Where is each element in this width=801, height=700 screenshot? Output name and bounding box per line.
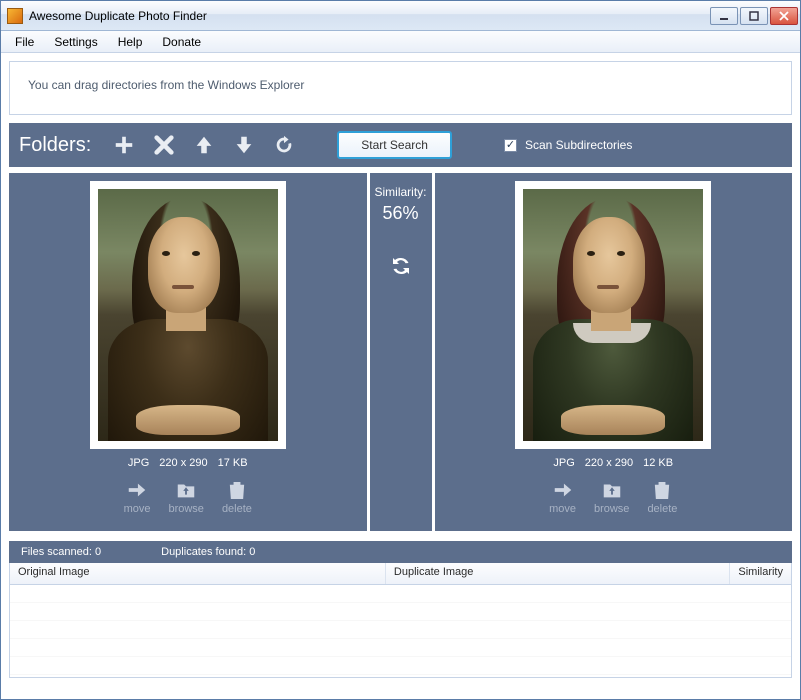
left-dimensions: 220 x 290: [159, 457, 207, 469]
left-image-frame: [90, 181, 286, 449]
scan-subdirectories-checkbox[interactable]: ✓ Scan Subdirectories: [504, 138, 632, 152]
right-dimensions: 220 x 290: [585, 457, 633, 469]
right-image-frame: [515, 181, 711, 449]
left-move-button[interactable]: move: [124, 479, 151, 515]
app-icon: [7, 8, 23, 24]
left-delete-button[interactable]: delete: [222, 479, 252, 515]
remove-folder-button[interactable]: [147, 128, 181, 162]
drop-hint-text: You can drag directories from the Window…: [28, 78, 304, 92]
duplicates-found: Duplicates found: 0: [161, 546, 255, 558]
arrow-right-icon: [126, 479, 148, 501]
move-up-button[interactable]: [187, 128, 221, 162]
menubar: File Settings Help Donate: [1, 31, 800, 53]
status-bar: Files scanned: 0 Duplicates found: 0: [9, 541, 792, 563]
right-format: JPG: [553, 457, 574, 469]
left-image-preview[interactable]: [98, 189, 278, 441]
right-size: 12 KB: [643, 457, 673, 469]
folder-up-icon: [175, 479, 197, 501]
files-scanned: Files scanned: 0: [21, 546, 101, 558]
menu-help[interactable]: Help: [108, 33, 153, 51]
add-folder-button[interactable]: [107, 128, 141, 162]
similarity-column: Similarity: 56%: [370, 173, 432, 531]
left-browse-button[interactable]: browse: [168, 479, 203, 515]
left-image-pane: JPG 220 x 290 17 KB move browse delete: [9, 173, 367, 531]
col-original[interactable]: Original Image: [10, 563, 386, 584]
start-search-button[interactable]: Start Search: [337, 131, 452, 159]
table-row: [10, 639, 791, 657]
similarity-label: Similarity:: [374, 185, 426, 199]
left-size: 17 KB: [218, 457, 248, 469]
folders-label: Folders:: [19, 134, 91, 157]
table-header: Original Image Duplicate Image Similarit…: [10, 563, 791, 585]
table-row: [10, 585, 791, 603]
right-image-pane: JPG 220 x 290 12 KB move browse delete: [435, 173, 793, 531]
refresh-button[interactable]: [267, 128, 301, 162]
col-similarity[interactable]: Similarity: [730, 563, 791, 584]
swap-icon: [389, 254, 413, 278]
menu-file[interactable]: File: [5, 33, 44, 51]
left-image-meta: JPG 220 x 290 17 KB: [128, 457, 248, 469]
table-row: [10, 657, 791, 675]
left-format: JPG: [128, 457, 149, 469]
trash-icon: [226, 479, 248, 501]
folder-drop-area[interactable]: You can drag directories from the Window…: [9, 61, 792, 115]
trash-icon: [651, 479, 673, 501]
table-row: [10, 621, 791, 639]
results-table: Original Image Duplicate Image Similarit…: [9, 563, 792, 678]
similarity-value: 56%: [382, 203, 418, 224]
swap-button[interactable]: [389, 254, 413, 281]
table-row: [10, 603, 791, 621]
arrow-right-icon: [552, 479, 574, 501]
window-title: Awesome Duplicate Photo Finder: [29, 9, 710, 23]
right-browse-button[interactable]: browse: [594, 479, 629, 515]
right-move-button[interactable]: move: [549, 479, 576, 515]
checkmark-icon: ✓: [504, 139, 517, 152]
menu-settings[interactable]: Settings: [44, 33, 107, 51]
folder-up-icon: [601, 479, 623, 501]
compare-area: JPG 220 x 290 17 KB move browse delete S…: [9, 173, 792, 531]
scan-subdirectories-label: Scan Subdirectories: [525, 138, 632, 152]
right-delete-button[interactable]: delete: [647, 479, 677, 515]
titlebar: Awesome Duplicate Photo Finder: [1, 1, 800, 31]
close-button[interactable]: [770, 7, 798, 25]
col-duplicate[interactable]: Duplicate Image: [386, 563, 730, 584]
menu-donate[interactable]: Donate: [152, 33, 211, 51]
right-image-meta: JPG 220 x 290 12 KB: [553, 457, 673, 469]
move-down-button[interactable]: [227, 128, 261, 162]
maximize-button[interactable]: [740, 7, 768, 25]
right-image-preview[interactable]: [523, 189, 703, 441]
minimize-button[interactable]: [710, 7, 738, 25]
table-body[interactable]: [10, 585, 791, 677]
folders-toolbar: Folders: Start Search ✓ Scan Subdirector…: [9, 123, 792, 167]
